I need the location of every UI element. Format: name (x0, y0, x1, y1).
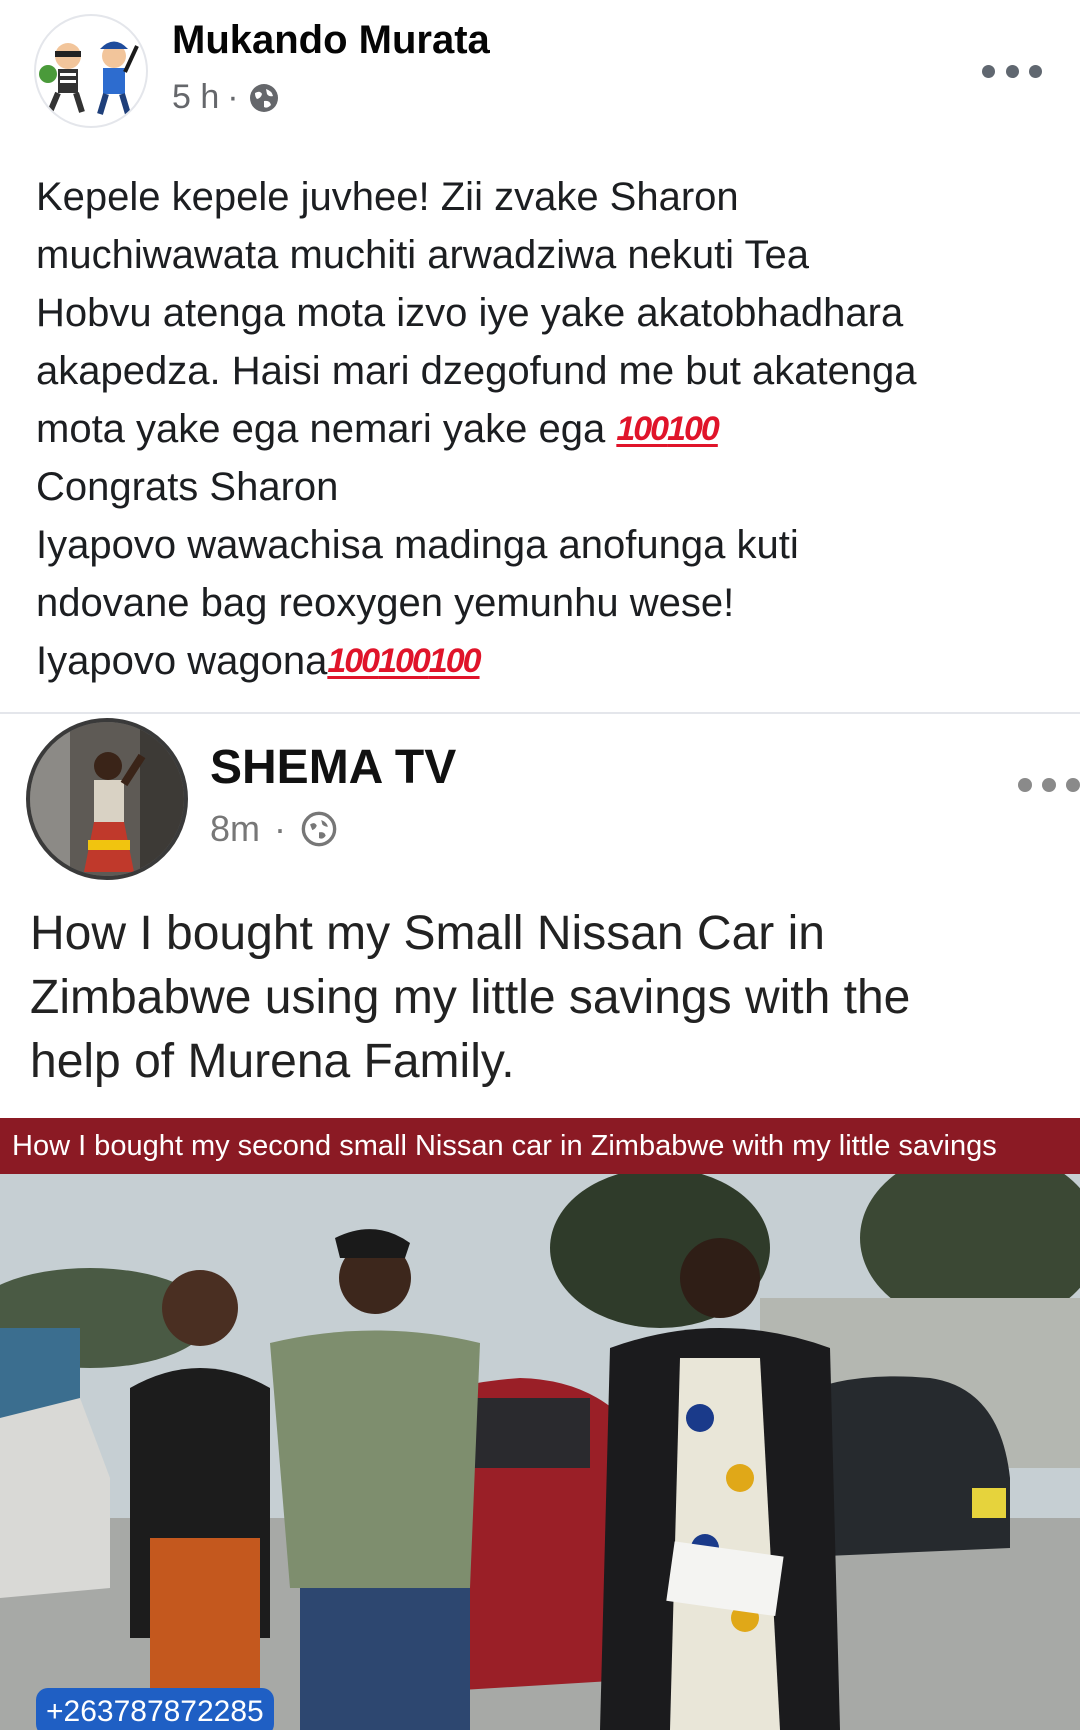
post-body: Kepele kepele juvhee! Zii zvake Sharon m… (36, 168, 1046, 690)
hundred-points-emoji-icon: 100 (378, 642, 431, 680)
post-line: Kepele kepele juvhee! Zii zvake Sharon (36, 175, 739, 219)
hundred-points-emoji-icon: 100 (428, 642, 482, 680)
globe-icon (301, 811, 337, 847)
shared-author-avatar[interactable] (26, 718, 188, 880)
video-scene-image (0, 1118, 1080, 1730)
post-meta: 5 h · (172, 78, 281, 117)
post-line-with-emoji: Iyapovo wagona100100100 (36, 632, 1046, 690)
post-line-text: mota yake ega nemari yake ega (36, 407, 606, 451)
post-line: Hobvu atenga mota izvo iye yake akatobha… (36, 291, 904, 335)
post-line: ndovane bag reoxygen yemunhu wese! (36, 581, 735, 625)
post-line-with-emoji: mota yake ega nemari yake ega 100100 (36, 400, 1046, 458)
shared-post-line: How I bought my Small Nissan Car in (30, 907, 825, 960)
video-thumbnail[interactable]: How I bought my second small Nissan car … (0, 1118, 1080, 1730)
post-time[interactable]: 5 h (172, 78, 219, 117)
shared-more-options-button[interactable] (1018, 772, 1080, 798)
thief-and-police-cartoon-icon (39, 41, 139, 115)
globe-icon (249, 83, 278, 112)
author-name[interactable]: Mukando Murata (172, 18, 490, 63)
shared-post-line: help of Murena Family. (30, 1035, 515, 1088)
shared-post-time[interactable]: 8m (210, 808, 260, 850)
hundred-points-emoji-icon: 100 (667, 410, 720, 448)
more-dot (1018, 778, 1032, 792)
divider (0, 712, 1080, 714)
more-dot (1042, 778, 1056, 792)
post-line: Congrats Sharon (36, 465, 339, 509)
video-title-banner: How I bought my second small Nissan car … (0, 1118, 1080, 1174)
shared-post-meta: 8m · (210, 808, 338, 850)
meta-separator: · (227, 78, 239, 116)
shared-post-body: How I bought my Small Nissan Car in Zimb… (30, 902, 1070, 1094)
more-dot (982, 64, 995, 78)
more-options-button[interactable] (982, 56, 1042, 86)
profile-photo-icon (30, 722, 184, 876)
shared-author-name[interactable]: SHEMA TV (210, 740, 456, 795)
phone-number-badge: +263787872285 (36, 1688, 274, 1730)
post-line: akapedza. Haisi mari dzegofund me but ak… (36, 349, 917, 393)
shared-post-line: Zimbabwe using my little savings with th… (30, 971, 911, 1024)
hundred-points-emoji-icon: 100 (327, 642, 380, 680)
author-avatar[interactable] (34, 14, 148, 128)
more-dot (1029, 64, 1042, 78)
hundred-points-emoji-icon: 100 (616, 410, 669, 448)
post-line-text: Iyapovo wagona (36, 639, 328, 683)
outer-post-header: Mukando Murata 5 h · (0, 0, 1080, 160)
post-line: Iyapovo wawachisa madinga anofunga kuti (36, 523, 799, 567)
more-dot (1005, 64, 1019, 78)
more-dot (1066, 778, 1080, 792)
post-line: muchiwawata muchiti arwadziwa nekuti Tea (36, 233, 809, 277)
meta-separator: · (274, 808, 287, 849)
